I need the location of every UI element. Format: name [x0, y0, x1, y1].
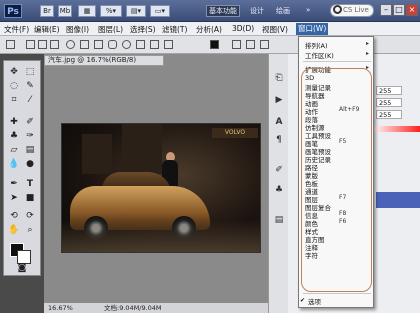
- mini-bridge-button[interactable]: Mb: [58, 5, 72, 17]
- menu-separator: [303, 293, 371, 294]
- menu-layer[interactable]: 图层(L): [98, 24, 123, 35]
- combine-icon[interactable]: [246, 40, 255, 49]
- color-value-b[interactable]: 255: [376, 110, 402, 119]
- move-tool-icon[interactable]: ✥: [8, 67, 20, 78]
- custom-shape-icon[interactable]: [164, 40, 173, 49]
- color-ramp[interactable]: [372, 126, 420, 132]
- document-tab[interactable]: 汽车.jpg @ 16.7%(RGB/8): [44, 55, 164, 66]
- menu-separator: [303, 61, 371, 62]
- brush-icon[interactable]: [66, 40, 75, 49]
- workspace-design-link[interactable]: 设计: [250, 6, 264, 16]
- checkmark-icon: ✔: [300, 297, 306, 304]
- submenu-arrow-icon: ▸: [365, 40, 369, 47]
- blur-tool-icon[interactable]: 💧: [8, 159, 20, 170]
- status-bar: 16.67% 文档:9.04M/9.04M: [44, 303, 268, 313]
- menu-file[interactable]: 文件(F): [4, 24, 29, 35]
- annotation-highlight-box: [301, 68, 372, 292]
- layers-panel-icon[interactable]: ▤: [273, 214, 285, 226]
- marquee-tool-icon[interactable]: ⬚: [24, 67, 36, 78]
- new-selection-icon[interactable]: [26, 40, 35, 49]
- car-photo: VOLVO: [61, 123, 261, 253]
- view-extras-button[interactable]: ▦: [78, 5, 96, 17]
- menu-window[interactable]: 窗口(W): [296, 23, 329, 35]
- title-bar: Ps Br Mb ▦ %▾ ▤▾ ▭▾ 基本功能 设计 绘画 » CS Live…: [0, 0, 420, 22]
- document-info: 文档:9.04M/9.04M: [104, 304, 162, 312]
- zoom-tool-icon[interactable]: ⌕: [24, 225, 36, 236]
- eraser-tool-icon[interactable]: ▱: [8, 145, 20, 156]
- quick-select-tool-icon[interactable]: ✎: [24, 81, 36, 92]
- color-swatch-icon[interactable]: [210, 40, 219, 49]
- submenu-arrow-icon: ▸: [365, 50, 369, 57]
- menu-item-workspace[interactable]: 工作区(K): [305, 50, 334, 60]
- maximize-button[interactable]: □: [393, 4, 405, 16]
- background-building: [122, 124, 162, 174]
- menu-item-options[interactable]: 选项: [308, 296, 321, 306]
- workspace-painting-link[interactable]: 绘画: [276, 6, 290, 16]
- screen-mode-button[interactable]: ▭▾: [150, 5, 170, 17]
- brush-tool-icon[interactable]: ✐: [24, 117, 36, 128]
- crop-tool-icon[interactable]: ⌗: [8, 95, 20, 106]
- more-workspaces-link[interactable]: »: [306, 6, 310, 14]
- color-value-g[interactable]: 255: [376, 98, 402, 107]
- bridge-button[interactable]: Br: [40, 5, 54, 17]
- color-value-r[interactable]: 255: [376, 86, 402, 95]
- tool-preset-icon[interactable]: [6, 40, 15, 49]
- pen-icon[interactable]: [80, 40, 89, 49]
- zoom-readout[interactable]: 16.67%: [48, 303, 73, 313]
- 3d-rotate-tool-icon[interactable]: ⟲: [8, 211, 20, 222]
- selected-layer-row[interactable]: [376, 192, 420, 208]
- shape-tool-icon[interactable]: ■: [24, 193, 36, 204]
- panel-icon-strip: ⎗ ▶ A ¶ ✐ ♣ ▤: [268, 54, 288, 313]
- 3d-camera-tool-icon[interactable]: ⟳: [24, 211, 36, 222]
- menu-item-arrange[interactable]: 排列(A): [305, 40, 328, 50]
- actions-panel-icon[interactable]: ▶: [273, 94, 285, 106]
- menu-edit[interactable]: 编辑(E): [34, 24, 60, 35]
- style-icon[interactable]: [232, 40, 241, 49]
- lasso-tool-icon[interactable]: ◌: [8, 81, 20, 92]
- subtract-selection-icon[interactable]: [50, 40, 59, 49]
- floor-reflection: [62, 220, 260, 252]
- photo-brand-logo: VOLVO: [212, 128, 258, 138]
- brush-panel-icon[interactable]: ✐: [273, 164, 285, 176]
- eyedropper-tool-icon[interactable]: ⁄: [24, 95, 36, 106]
- menu-bar: 文件(F) 编辑(E) 图像(I) 图层(L) 选择(S) 滤镜(T) 分析(A…: [0, 22, 420, 36]
- menu-select[interactable]: 选择(S): [130, 24, 156, 35]
- history-brush-tool-icon[interactable]: ✑: [24, 131, 36, 142]
- ellipse-icon[interactable]: [122, 40, 131, 49]
- quick-mask-icon[interactable]: ◙: [16, 263, 28, 274]
- dodge-tool-icon[interactable]: ●: [24, 159, 36, 170]
- clone-stamp-tool-icon[interactable]: ♣: [8, 131, 20, 142]
- pen-tool-icon[interactable]: ✒: [8, 179, 20, 190]
- photoshop-logo: Ps: [4, 4, 22, 18]
- workspace-essentials-button[interactable]: 基本功能: [206, 5, 240, 17]
- align-icon[interactable]: [260, 40, 269, 49]
- history-panel-icon[interactable]: ⎗: [273, 72, 285, 84]
- type-tool-icon[interactable]: T: [24, 179, 36, 190]
- hand-tool-icon[interactable]: ✋: [8, 225, 20, 236]
- menu-filter[interactable]: 滤镜(T): [162, 24, 187, 35]
- menu-image[interactable]: 图像(I): [66, 24, 89, 35]
- path-select-tool-icon[interactable]: ➤: [8, 193, 20, 204]
- polygon-icon[interactable]: [136, 40, 145, 49]
- clone-source-panel-icon[interactable]: ♣: [273, 184, 285, 196]
- add-selection-icon[interactable]: [38, 40, 47, 49]
- menu-analysis[interactable]: 分析(A): [196, 24, 222, 35]
- toolbox: ✥ ⬚ ◌ ✎ ⌗ ⁄ ✚ ✐ ♣ ✑ ▱ ▤ 💧 ● ✒ T ➤ ■ ⟲ ⟳ …: [3, 60, 41, 276]
- zoom-level-dropdown[interactable]: %▾: [100, 5, 122, 17]
- menu-view[interactable]: 视图(V): [262, 24, 288, 35]
- arrange-documents-button[interactable]: ▤▾: [126, 5, 146, 17]
- menu-3d[interactable]: 3D(D): [232, 24, 254, 33]
- cs-live-icon: [333, 5, 342, 14]
- gradient-tool-icon[interactable]: ▤: [24, 145, 36, 156]
- close-button[interactable]: ×: [406, 4, 418, 16]
- background-color-swatch[interactable]: [17, 250, 31, 264]
- paragraph-panel-icon[interactable]: ¶: [273, 134, 285, 146]
- character-panel-icon[interactable]: A: [273, 116, 285, 128]
- healing-brush-tool-icon[interactable]: ✚: [8, 117, 20, 128]
- rectangle-shape-icon[interactable]: [94, 40, 103, 49]
- minimize-button[interactable]: –: [380, 4, 392, 16]
- background-building: [82, 134, 112, 174]
- rounded-rect-icon[interactable]: [108, 40, 117, 49]
- line-icon[interactable]: [150, 40, 159, 49]
